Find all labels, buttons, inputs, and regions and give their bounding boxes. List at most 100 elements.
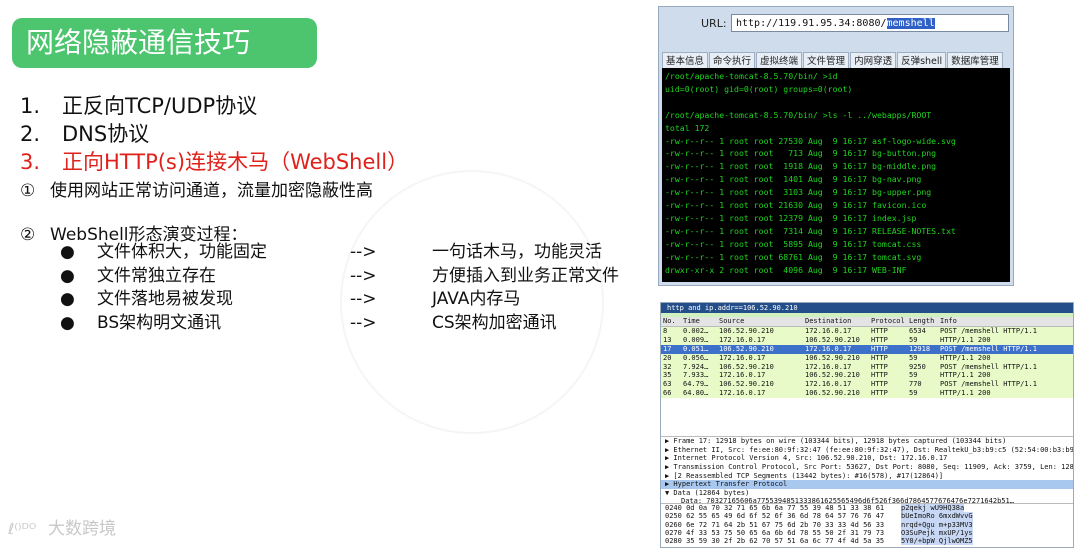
detail-row[interactable]: ▶ Frame 17: 12918 bytes on wire (103344 …: [661, 437, 1073, 446]
hex-bytes: 0240 0d 0a 70 32 71 65 6b 6a 77 55 39 48…: [665, 504, 885, 512]
packet-cell: HTTP/1.1 200: [940, 353, 991, 362]
webshell-client-window: URL: http://119.91.95.34:8080/memshell 基…: [658, 6, 1014, 286]
packet-cell: 106.52.90.210: [805, 335, 860, 344]
packet-row[interactable]: 20 0.056… 172.16.0.17 106.52.90.210 HTTP 59 HT…: [661, 353, 1073, 363]
terminal-line: -rw-r--r-- 1 root root 1918 Aug 9 16:17 …: [665, 161, 937, 172]
terminal-line: -rw-r--r-- 1 root root 1401 Aug 9 16:17 …: [665, 174, 922, 185]
packet-cell: 172.16.0.17: [805, 380, 852, 389]
packet-row[interactable]: 8 0.002… 106.52.90.210 172.16.0.17 HTTP 6534 P…: [661, 327, 1073, 336]
packet-cell: 32: [663, 362, 672, 371]
packet-row[interactable]: 13 0.009… 172.16.0.17 106.52.90.210 HTTP 59 HT…: [661, 335, 1073, 345]
arrow-icon: -->: [350, 242, 377, 262]
terminal-line: -rw-r--r-- 1 root root 5895 Aug 9 16:17 …: [665, 238, 922, 249]
display-filter[interactable]: http and ip.addr==106.52.90.210: [661, 303, 1073, 313]
packet-cell: 0.051…: [683, 344, 709, 353]
footer-brand: ℓ⁽⁾ᴰᴼ 大数跨境: [8, 514, 116, 539]
list-item: 2. DNS协议: [20, 122, 150, 146]
bullet-icon: ●: [60, 242, 75, 262]
terminal-line: drwxr-xr-x 2 root root 4096 Aug 9 16:17 …: [665, 264, 907, 275]
packet-row[interactable]: 17 0.051… 106.52.90.210 172.16.0.17 HTTP 1291…: [661, 344, 1073, 354]
packet-cell: HTTP/1.1 200: [940, 389, 991, 398]
packet-cell: 106.52.90.210: [719, 380, 774, 389]
packet-cell: POST /memshell HTTP/1.1: [940, 362, 1037, 371]
terminal-line: -rw-r--r-- 1 root root 68761 Aug 9 16:17…: [665, 251, 922, 262]
brand-logo-icon: ℓ⁽⁾ᴰᴼ: [8, 520, 37, 538]
packet-cell: HTTP: [871, 335, 888, 344]
url-label: URL:: [701, 17, 727, 30]
packet-cell: 63: [663, 380, 672, 389]
arrow-icon: -->: [350, 312, 377, 333]
packet-cell: 106.52.90.210: [719, 362, 774, 371]
packet-cell: 64.80…: [683, 389, 709, 398]
packet-cell: 66: [663, 389, 672, 398]
terminal-line: /root/apache-tomcat-8.5.70/bin/ >ls -l .…: [665, 109, 932, 120]
packet-cell: 6534: [909, 327, 926, 335]
list-item: 1. 正反向TCP/UDP协议: [20, 94, 258, 118]
packet-cell: 35: [663, 371, 672, 380]
brand-name: 大数跨境: [48, 519, 116, 539]
bullet-icon: ●: [60, 289, 75, 309]
hex-bytes: 0280 35 59 30 2f 2b 62 70 57 51 6a 6c 77…: [665, 537, 885, 546]
packet-cell: 59: [909, 353, 918, 362]
bullet-icon: ●: [60, 265, 75, 286]
packet-cell: HTTP: [871, 389, 888, 398]
packet-cell: 0.056…: [683, 353, 709, 362]
packet-cell: HTTP: [871, 353, 888, 362]
hex-row: 0270 4f 33 53 75 50 65 6a 6b 6d 78 55 50…: [661, 528, 1073, 538]
packet-cell: 7.924…: [683, 362, 709, 371]
packet-cell: HTTP: [871, 327, 888, 335]
packet-cell: HTTP/1.1 200: [940, 335, 991, 344]
packet-cell: 106.52.90.210: [805, 353, 860, 362]
packet-row[interactable]: 35 7.933… 172.16.0.17 106.52.90.210 HTTP 59 HT…: [661, 371, 1073, 381]
packet-cell: 0.009…: [683, 335, 709, 344]
packet-row[interactable]: 63 64.79… 106.52.90.210 172.16.0.17 HTTP 770 P…: [661, 380, 1073, 390]
hex-row: 0250 62 55 65 49 6d 6f 52 6f 36 6d 78 64…: [661, 512, 1073, 521]
packet-cell: POST /memshell HTTP/1.1: [940, 380, 1037, 389]
tab-bar: 基本信息 命令执行 虚拟终端 文件管理 内网穿透 反弹shell 数据库管理: [662, 49, 1004, 70]
packet-cell: 59: [909, 371, 918, 380]
packet-cell: HTTP: [871, 344, 888, 353]
hex-bytes: 0270 4f 33 53 75 50 65 6a 6b 6d 78 55 50…: [665, 528, 885, 537]
packet-list-header: No. Time Source Destination Protocol Len…: [661, 317, 1073, 327]
terminal-line: uid=0(root) gid=0(root) groups=0(root): [665, 83, 853, 94]
terminal-output[interactable]: /root/apache-tomcat-8.5.70/bin/ >id uid=0…: [662, 68, 1010, 282]
arrow-icon: -->: [350, 265, 377, 286]
detail-row[interactable]: ▶ Transmission Control Protocol, Src Por…: [661, 463, 1073, 472]
terminal-line: -rw-r--r-- 1 root root 3103 Aug 9 16:17 …: [665, 187, 932, 198]
packet-cell: 172.16.0.17: [719, 371, 766, 380]
packet-list: 8 0.002… 106.52.90.210 172.16.0.17 HTTP 6534 P…: [661, 327, 1073, 399]
bullet-icon: ●: [60, 312, 75, 333]
detail-row[interactable]: ▶ Ethernet II, Src: fe:ee:80:9f:32:47 (f…: [661, 446, 1073, 455]
packet-list-empty: [661, 398, 1073, 437]
detail-row[interactable]: ▶ [2 Reassembled TCP Segments (13442 byt…: [661, 472, 1073, 481]
terminal-line: total 172: [665, 122, 710, 133]
packet-row[interactable]: 66 64.80… 172.16.0.17 106.52.90.210 HTTP 59 HT…: [661, 389, 1073, 399]
url-input[interactable]: http://119.91.95.34:8080/memshell: [731, 14, 1009, 32]
packet-cell: 172.16.0.17: [719, 389, 766, 398]
terminal-line: -rw-r--r-- 1 root root 27530 Aug 9 16:17…: [665, 135, 956, 146]
terminal-line: -rw-r--r-- 1 root root 12379 Aug 9 16:17…: [665, 212, 917, 223]
packet-cell: HTTP/1.1 200: [940, 371, 991, 380]
packet-cell: 59: [909, 389, 918, 398]
terminal-line: -rw-r--r-- 1 root root 7314 Aug 9 16:17 …: [665, 225, 956, 236]
packet-cell: 106.52.90.210: [719, 327, 774, 335]
method-list: 1. 正反向TCP/UDP协议 2. DNS协议 3. 正向HTTP(s)连接木马（W…: [20, 92, 408, 176]
packet-cell: 8: [663, 327, 668, 335]
packet-bytes: 0240 0d 0a 70 32 71 65 6b 6a 77 55 39 48…: [661, 503, 1073, 547]
packet-cell: 9250: [909, 362, 926, 371]
packet-cell: HTTP: [871, 371, 888, 380]
packet-cell: 172.16.0.17: [719, 353, 766, 362]
packet-row[interactable]: 32 7.924… 106.52.90.210 172.16.0.17 HTTP 9250…: [661, 362, 1073, 372]
detail-row[interactable]: ▼ Data (12864 bytes): [661, 489, 1073, 498]
packet-cell: 64.79…: [683, 380, 709, 389]
packet-cell: 172.16.0.17: [805, 362, 852, 371]
packet-cell: 20: [663, 353, 672, 362]
hex-ascii: nrqd+Qgu m+p33MV3: [901, 520, 973, 529]
terminal-line: -rw-r--r-- 1 root root 21630 Aug 9 16:17…: [665, 200, 927, 211]
packet-cell: 59: [909, 335, 918, 344]
detail-row[interactable]: ▶ Internet Protocol Version 4, Src: 106.…: [661, 454, 1073, 463]
hex-ascii: O3SuPejk mxUP/1ys: [901, 528, 973, 538]
terminal-line: -rw-r--r-- 1 root root 713 Aug 9 16:17 b…: [665, 148, 937, 159]
detail-row[interactable]: ▶ Hypertext Transfer Protocol: [661, 480, 1073, 489]
packet-cell: 7.933…: [683, 371, 709, 380]
